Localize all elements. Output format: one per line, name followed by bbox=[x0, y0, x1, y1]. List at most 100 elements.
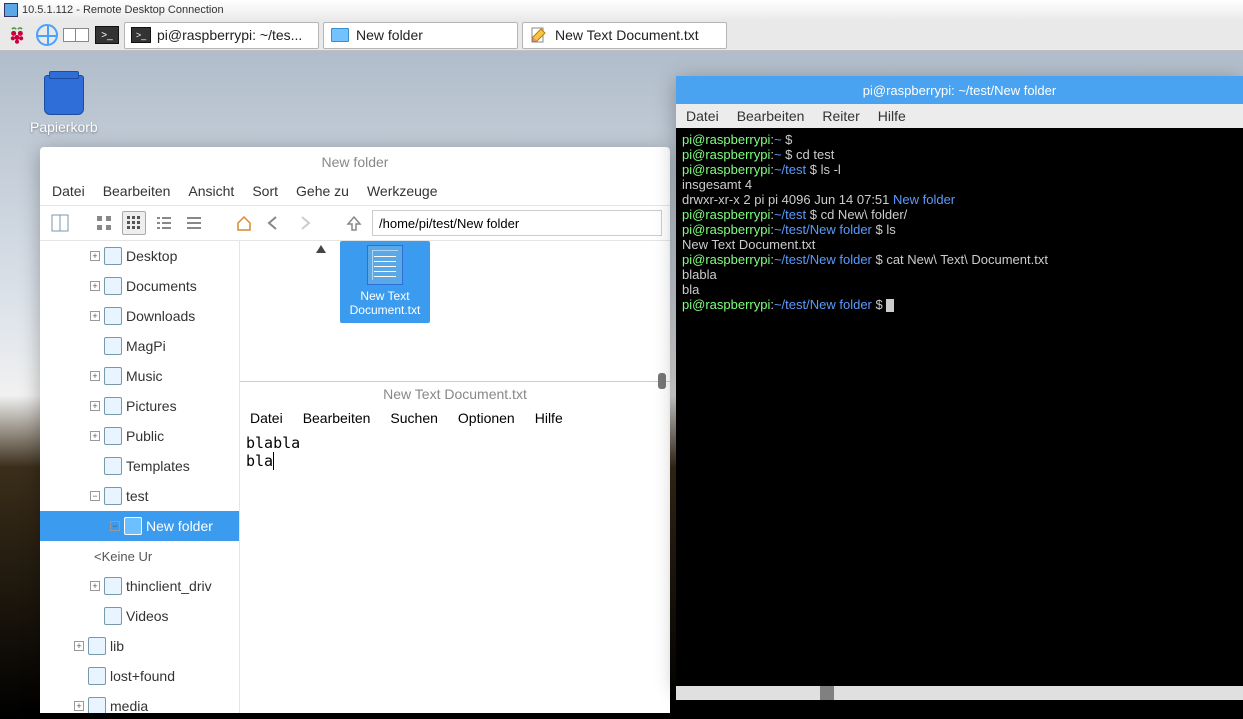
expand-icon[interactable] bbox=[90, 401, 100, 411]
tree-item[interactable]: Videos bbox=[40, 601, 239, 631]
task-panel: >_ >_ pi@raspberrypi: ~/tes... New folde… bbox=[0, 20, 1243, 51]
expand-icon[interactable] bbox=[74, 641, 84, 651]
scrollbar-thumb[interactable] bbox=[820, 686, 834, 700]
tree-label: New folder bbox=[146, 518, 213, 534]
tree-label: Public bbox=[126, 428, 164, 444]
text-editor-content[interactable]: blabla bla bbox=[240, 430, 670, 713]
rdp-titlebar: 10.5.1.112 - Remote Desktop Connection bbox=[0, 0, 1243, 20]
terminal-menu-hilfe[interactable]: Hilfe bbox=[878, 108, 906, 124]
back-button[interactable] bbox=[262, 211, 286, 235]
expand-icon[interactable] bbox=[90, 281, 100, 291]
fm-menu-datei[interactable]: Datei bbox=[52, 183, 85, 199]
browser-launcher[interactable] bbox=[34, 22, 60, 48]
editor-menu-bearbeiten[interactable]: Bearbeiten bbox=[303, 410, 371, 426]
expand-icon[interactable] bbox=[90, 251, 100, 261]
view-compact-button[interactable] bbox=[152, 211, 176, 235]
tree-item[interactable]: Pictures bbox=[40, 391, 239, 421]
folder-tree[interactable]: Desktop Documents DownloadsMagPiMusicPictu… bbox=[40, 241, 240, 713]
text-cursor bbox=[273, 452, 274, 470]
terminal-launcher[interactable]: >_ bbox=[94, 22, 120, 48]
up-button[interactable] bbox=[342, 211, 366, 235]
fm-menu-bearbeiten[interactable]: Bearbeiten bbox=[103, 183, 171, 199]
tree-label: Templates bbox=[126, 458, 190, 474]
tree-item[interactable]: Templates bbox=[40, 451, 239, 481]
view-grid-button[interactable] bbox=[122, 211, 146, 235]
window-edge bbox=[676, 700, 996, 719]
taskbar-item-editor[interactable]: New Text Document.txt bbox=[522, 22, 727, 49]
editor-menu-datei[interactable]: Datei bbox=[250, 410, 283, 426]
filemanager-menubar: Datei Bearbeiten Ansicht Sort Gehe zu Werkzeu… bbox=[40, 177, 670, 205]
tree-item[interactable]: Music bbox=[40, 361, 239, 391]
rdp-title-text: 10.5.1.112 - Remote Desktop Connection bbox=[22, 4, 224, 16]
tree-label: thinclient_driv bbox=[126, 578, 212, 594]
tree-item[interactable]: MagPi bbox=[40, 331, 239, 361]
text-editor-title[interactable]: New Text Document.txt bbox=[240, 382, 670, 406]
terminal-cursor bbox=[886, 299, 894, 312]
expand-icon[interactable] bbox=[90, 371, 100, 381]
taskbar-item-filemanager[interactable]: New folder bbox=[323, 22, 518, 49]
filemanager-title[interactable]: New folder bbox=[40, 147, 670, 177]
taskbar-item-terminal[interactable]: >_ pi@raspberrypi: ~/tes... bbox=[124, 22, 319, 49]
fm-menu-gehe zu[interactable]: Gehe zu bbox=[296, 183, 349, 199]
trash-label: Papierkorb bbox=[30, 119, 98, 135]
fm-menu-werkzeuge[interactable]: Werkzeuge bbox=[367, 183, 438, 199]
tree-label: Desktop bbox=[126, 248, 177, 264]
folder-icon bbox=[88, 697, 106, 713]
tree-item[interactable]: <Keine Ur bbox=[40, 541, 239, 571]
terminal-menu-bearbeiten[interactable]: Bearbeiten bbox=[737, 108, 805, 124]
file-item[interactable]: New Text Document.txt bbox=[340, 241, 430, 323]
terminal-line: drwxr-xr-x 2 pi pi 4096 Jun 14 07:51 New… bbox=[682, 192, 1237, 207]
scroll-up-icon[interactable] bbox=[316, 245, 326, 253]
expand-icon[interactable] bbox=[74, 701, 84, 711]
folder-icon bbox=[104, 457, 122, 475]
terminal-title[interactable]: pi@raspberrypi: ~/test/New folder bbox=[676, 76, 1243, 104]
view-icons-button[interactable] bbox=[92, 211, 116, 235]
terminal-line: pi@raspberrypi:~/test/New folder $ cat N… bbox=[682, 252, 1237, 267]
editor-menu-suchen[interactable]: Suchen bbox=[390, 410, 437, 426]
tree-item[interactable]: New folder bbox=[40, 511, 239, 541]
tree-item[interactable]: Documents bbox=[40, 271, 239, 301]
tree-label: Documents bbox=[126, 278, 197, 294]
folder-icon bbox=[104, 307, 122, 325]
forward-button[interactable] bbox=[292, 211, 316, 235]
terminal-menu-reiter[interactable]: Reiter bbox=[822, 108, 859, 124]
tree-item[interactable]: test bbox=[40, 481, 239, 511]
editor-menu-optionen[interactable]: Optionen bbox=[458, 410, 515, 426]
expand-icon[interactable] bbox=[90, 581, 100, 591]
expand-icon[interactable] bbox=[90, 431, 100, 441]
spacer bbox=[74, 671, 84, 681]
collapse-icon[interactable] bbox=[110, 521, 120, 531]
file-view[interactable]: New Text Document.txt bbox=[240, 241, 670, 381]
view-list-button[interactable] bbox=[182, 211, 206, 235]
filemanager-window: New folder Datei Bearbeiten Ansicht Sort Geh… bbox=[40, 147, 670, 713]
menu-launcher[interactable] bbox=[4, 22, 30, 48]
path-input[interactable] bbox=[372, 210, 662, 236]
terminal-menu-datei[interactable]: Datei bbox=[686, 108, 719, 124]
raspberry-icon bbox=[7, 25, 27, 45]
tree-item[interactable]: media bbox=[40, 691, 239, 713]
spacer bbox=[90, 611, 100, 621]
fm-menu-sort[interactable]: Sort bbox=[252, 183, 278, 199]
editor-menu-hilfe[interactable]: Hilfe bbox=[535, 410, 563, 426]
home-button[interactable] bbox=[232, 211, 256, 235]
tree-item[interactable]: thinclient_driv bbox=[40, 571, 239, 601]
tree-item[interactable]: lib bbox=[40, 631, 239, 661]
fm-menu-ansicht[interactable]: Ansicht bbox=[188, 183, 234, 199]
collapse-icon[interactable] bbox=[90, 491, 100, 501]
desktop-trash[interactable]: Papierkorb bbox=[30, 75, 98, 135]
folder-icon bbox=[104, 247, 122, 265]
tree-label: test bbox=[126, 488, 149, 504]
terminal-output[interactable]: pi@raspberrypi:~ $pi@raspberrypi:~ $ cd … bbox=[676, 128, 1243, 686]
tree-item[interactable]: Public bbox=[40, 421, 239, 451]
scrollbar-thumb[interactable] bbox=[658, 373, 666, 389]
tree-item[interactable]: Desktop bbox=[40, 241, 239, 271]
view-dualpane-button[interactable] bbox=[48, 211, 72, 235]
horizontal-scrollbar[interactable] bbox=[676, 686, 1243, 700]
spacer bbox=[90, 341, 100, 351]
pencil-icon bbox=[531, 27, 547, 43]
filemanager-launcher[interactable] bbox=[64, 22, 90, 48]
folder-icon bbox=[331, 28, 349, 42]
tree-item[interactable]: Downloads bbox=[40, 301, 239, 331]
tree-item[interactable]: lost+found bbox=[40, 661, 239, 691]
expand-icon[interactable] bbox=[90, 311, 100, 321]
